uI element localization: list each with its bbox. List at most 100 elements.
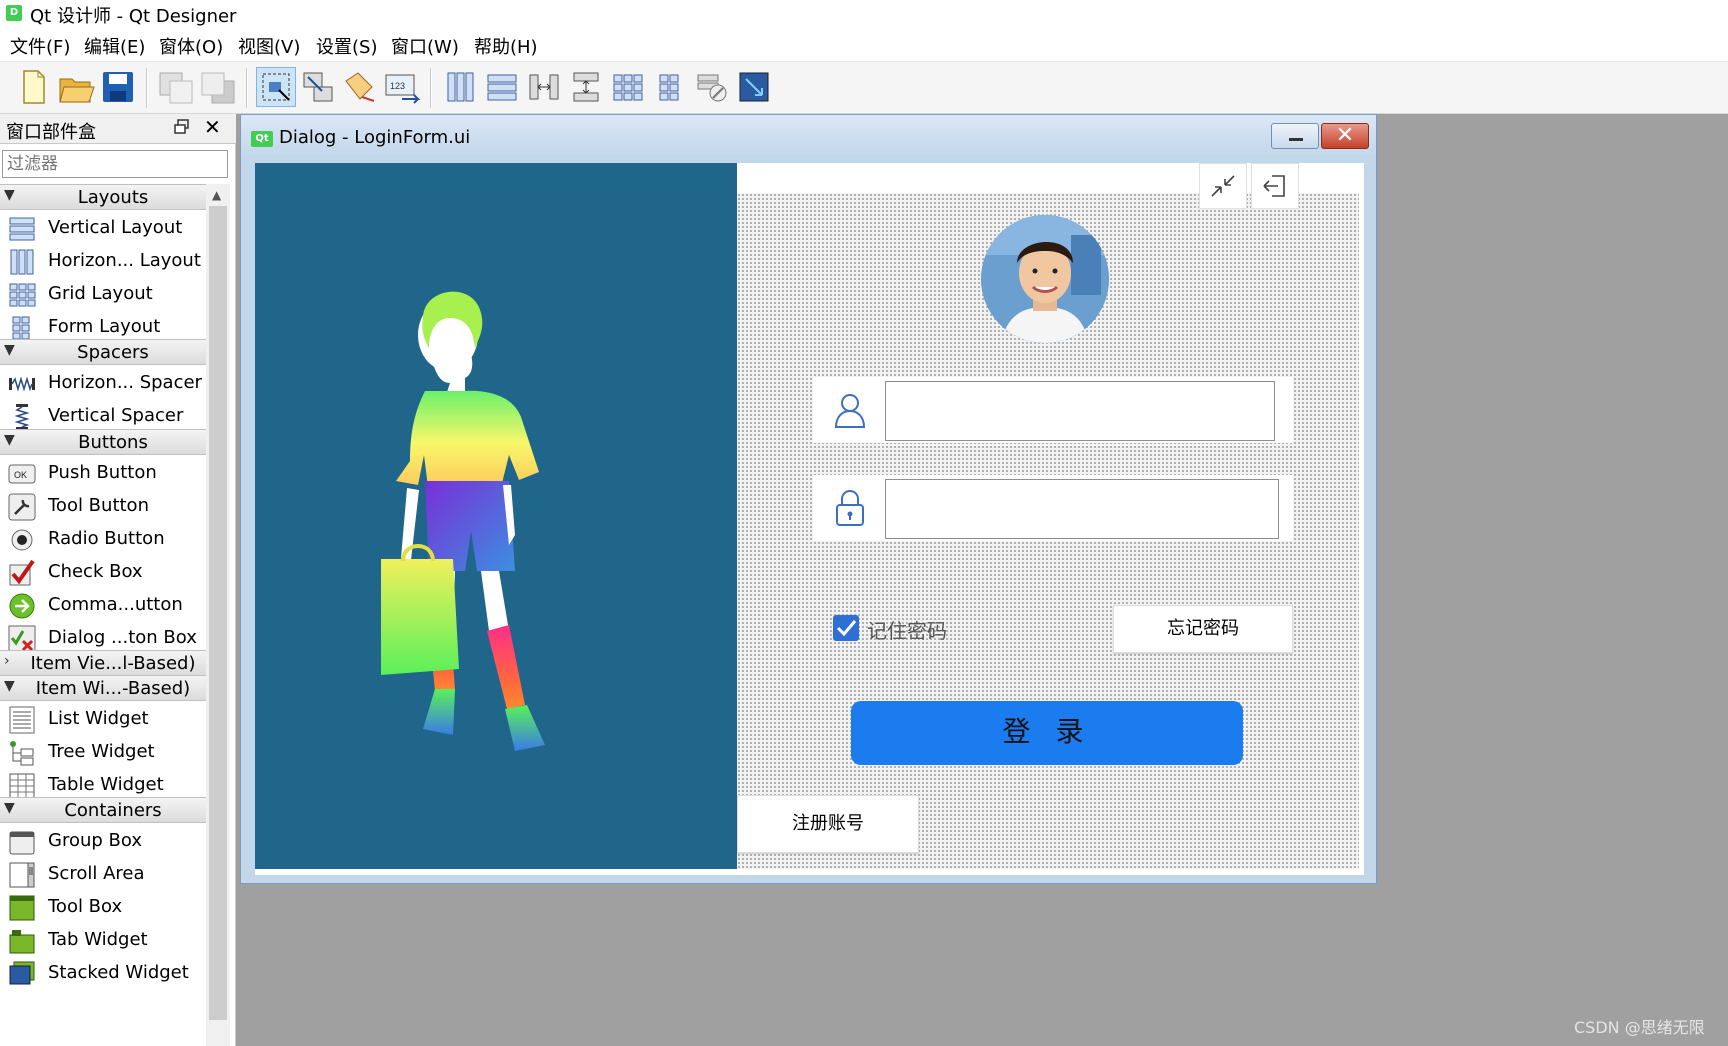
layout-horizontal-splitter-icon[interactable] xyxy=(524,67,564,107)
close-button[interactable]: ✕ xyxy=(1321,123,1369,149)
lock-icon xyxy=(836,490,864,526)
edit-signals-slots-icon[interactable] xyxy=(298,67,338,107)
widget-item-check-box[interactable]: Check Box xyxy=(0,555,206,591)
category-buttons[interactable]: ▼ Buttons xyxy=(0,429,206,455)
shrink-icon xyxy=(1211,175,1235,197)
widget-item-scroll-area[interactable]: Scroll Area xyxy=(0,857,206,893)
layout-vertical-splitter-icon[interactable] xyxy=(566,67,606,107)
widget-item-tab-widget[interactable]: Tab Widget xyxy=(0,923,206,959)
username-input[interactable] xyxy=(885,381,1275,441)
form-window[interactable]: Qt Dialog - LoginForm.ui ✕ 记住密码 忘记密码 登 录… xyxy=(240,114,1377,884)
save-icon[interactable] xyxy=(98,67,138,107)
tool-box-icon xyxy=(9,895,35,921)
widget-item-push-button[interactable]: OK Push Button xyxy=(0,456,206,492)
float-panel-icon[interactable] xyxy=(174,119,190,135)
edit-widgets-icon[interactable] xyxy=(256,67,296,107)
widget-item-grid-layout[interactable]: Grid Layout xyxy=(0,277,206,313)
login-button[interactable]: 登 录 xyxy=(851,701,1243,765)
checkmark-icon xyxy=(836,620,857,637)
password-row xyxy=(813,475,1293,541)
dialog-button-box-icon xyxy=(8,625,36,653)
form-canvas[interactable]: 记住密码 忘记密码 登 录 注册账号 xyxy=(255,163,1364,875)
form-title: Dialog - LoginForm.ui xyxy=(279,127,471,148)
tree-widget-icon xyxy=(10,741,34,766)
layout-horizontally-icon[interactable] xyxy=(440,67,480,107)
new-file-icon[interactable] xyxy=(14,67,54,107)
widget-item-tool-box[interactable]: Tool Box xyxy=(0,890,206,926)
layout-vertically-icon[interactable] xyxy=(482,67,522,107)
widget-item-horizontal-layout[interactable]: Horizon... Layout xyxy=(0,244,206,280)
layout-form-icon[interactable] xyxy=(650,67,690,107)
edit-tab-order-icon[interactable]: 123 xyxy=(382,67,422,107)
category-item-widgets[interactable]: ▼ Item Wi...-Based) xyxy=(0,675,206,701)
widget-item-horizontal-spacer[interactable]: Horizon... Spacer xyxy=(0,366,206,402)
radio-button-icon xyxy=(11,529,33,551)
stacked-widget-icon xyxy=(9,961,35,985)
widget-box-scrollbar[interactable]: ▲ xyxy=(206,184,230,1046)
widget-item-group-box[interactable]: Group Box xyxy=(0,824,206,860)
app-title: Qt 设计师 - Qt Designer xyxy=(30,6,237,27)
break-layout-icon[interactable] xyxy=(692,67,732,107)
category-containers[interactable]: ▼ Containers xyxy=(0,797,206,823)
tab-widget-icon xyxy=(9,930,35,954)
list-widget-icon xyxy=(9,706,35,734)
menu-edit[interactable]: 编辑(E) xyxy=(84,33,145,59)
widget-box-panel: 窗口部件盒 ✕ ▼Layouts Vertical Layout Horizon… xyxy=(0,114,236,1046)
register-account-button[interactable]: 注册账号 xyxy=(737,795,919,853)
category-layouts[interactable]: ▼ Layouts xyxy=(0,184,206,210)
category-item-views[interactable]: › Item Vie...l-Based) xyxy=(0,650,206,676)
close-panel-icon[interactable]: ✕ xyxy=(204,116,221,138)
horizontal-layout-icon xyxy=(10,249,34,275)
forget-password-button[interactable]: 忘记密码 xyxy=(1113,605,1293,653)
bring-to-front-icon[interactable] xyxy=(198,67,238,107)
widget-item-tool-button[interactable]: Tool Button xyxy=(0,489,206,525)
scroll-up-icon[interactable]: ▲ xyxy=(212,188,221,202)
menu-form[interactable]: 窗体(O) xyxy=(159,33,223,59)
widget-item-radio-button[interactable]: Radio Button xyxy=(0,522,206,558)
open-folder-icon[interactable] xyxy=(56,67,96,107)
table-widget-icon xyxy=(9,773,35,799)
password-input[interactable] xyxy=(885,479,1279,539)
figure-shorts xyxy=(425,481,515,571)
figure-right-sock xyxy=(487,625,525,709)
toolbar-separator xyxy=(146,68,148,108)
widget-filter-input[interactable] xyxy=(2,150,228,178)
menu-window[interactable]: 窗口(W) xyxy=(391,33,459,59)
layout-grid-icon[interactable] xyxy=(608,67,648,107)
widget-list: ▼ Layouts Vertical Layout Horizon... Layo… xyxy=(0,184,206,1046)
command-link-icon xyxy=(9,593,35,619)
widget-item-command-link-button[interactable]: Comma...utton xyxy=(0,588,206,624)
menu-view[interactable]: 视图(V) xyxy=(238,33,300,59)
adjust-size-icon[interactable] xyxy=(734,67,774,107)
category-spacers[interactable]: ▼ Spacers xyxy=(0,339,206,365)
fashion-girl-illustration xyxy=(381,291,545,751)
illustration-panel xyxy=(255,163,737,869)
qt-logo-icon: Qt xyxy=(251,131,273,147)
send-to-back-icon[interactable] xyxy=(156,67,196,107)
tool-button-icon xyxy=(8,493,36,521)
group-box-icon xyxy=(9,831,35,855)
widget-item-tree-widget[interactable]: Tree Widget xyxy=(0,735,206,771)
menubar: 文件(F) 编辑(E) 窗体(O) 视图(V) 设置(S) 窗口(W) 帮助(H… xyxy=(0,26,1728,62)
svg-text:123: 123 xyxy=(390,81,405,91)
horizontal-spacer-icon xyxy=(9,376,35,392)
form-titlebar[interactable]: Qt Dialog - LoginForm.ui ✕ xyxy=(241,115,1376,155)
menu-file[interactable]: 文件(F) xyxy=(10,33,70,59)
exit-tool-button[interactable] xyxy=(1251,163,1299,209)
widget-item-list-widget[interactable]: List Widget xyxy=(0,702,206,738)
exit-icon xyxy=(1263,175,1285,197)
edit-buddies-icon[interactable] xyxy=(340,67,380,107)
checkbox-checked[interactable] xyxy=(833,615,859,641)
svg-text:OK: OK xyxy=(14,470,27,480)
menu-help[interactable]: 帮助(H) xyxy=(474,33,538,59)
shopping-bag xyxy=(381,559,459,675)
form-layout-icon xyxy=(12,316,30,340)
scrollbar-thumb[interactable] xyxy=(209,206,227,1020)
figure-shirt xyxy=(396,390,539,495)
minimize-tool-button[interactable] xyxy=(1199,163,1247,209)
vertical-layout-icon xyxy=(9,217,35,241)
widget-item-stacked-widget[interactable]: Stacked Widget xyxy=(0,956,206,992)
widget-item-vertical-layout[interactable]: Vertical Layout xyxy=(0,211,206,247)
minimize-button[interactable] xyxy=(1271,123,1319,149)
menu-settings[interactable]: 设置(S) xyxy=(316,33,377,59)
